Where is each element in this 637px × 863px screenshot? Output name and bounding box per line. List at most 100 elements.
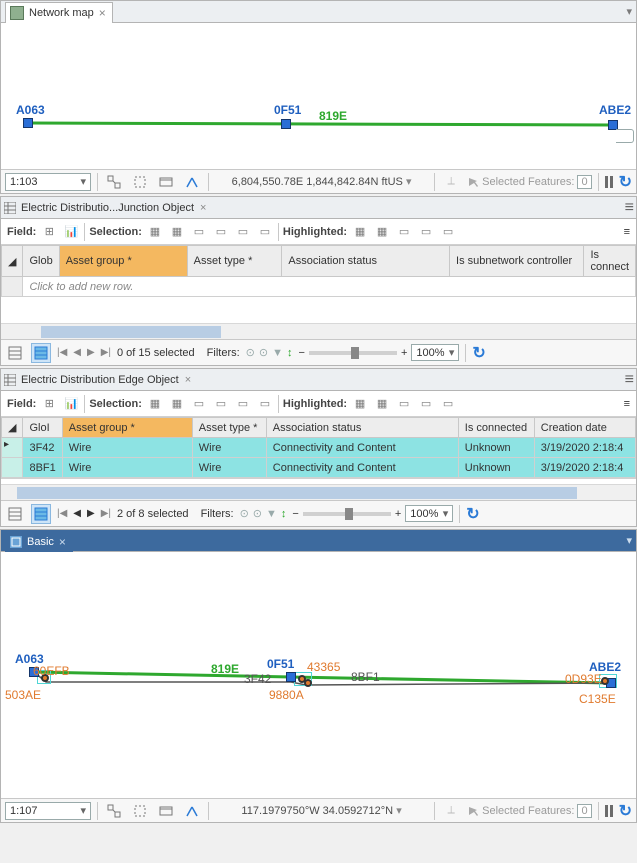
table-row[interactable]: 8BF1 Wire Wire Connectivity and Content … xyxy=(2,458,636,478)
constraint-icon[interactable]: ⟂ xyxy=(441,802,461,820)
first-button[interactable]: |◀ xyxy=(57,508,67,519)
cell[interactable]: Wire xyxy=(62,438,192,458)
zoom-slider[interactable]: −+ 100%▾ xyxy=(299,344,460,361)
sel-tool-icon[interactable]: ▦ xyxy=(146,223,164,241)
hl-tool-icon[interactable]: ▭ xyxy=(395,223,413,241)
zoom-value[interactable]: 100%▾ xyxy=(411,344,459,361)
col-cdate[interactable]: Creation date xyxy=(534,418,635,438)
tool-icon[interactable] xyxy=(156,173,176,191)
view-selected-button[interactable] xyxy=(31,343,51,363)
tool-icon[interactable] xyxy=(104,802,124,820)
scale-input[interactable]: 1:103▾ xyxy=(5,173,91,191)
sel-tool-icon[interactable]: ▭ xyxy=(212,223,230,241)
field-add-icon[interactable]: ⊞ xyxy=(40,223,58,241)
col-isconn[interactable]: Is connected xyxy=(458,418,534,438)
view-all-button[interactable] xyxy=(5,343,25,363)
field-calc-icon[interactable]: 📊 xyxy=(62,223,80,241)
cell[interactable]: Unknown xyxy=(458,438,534,458)
scale-input[interactable]: 1:107▾ xyxy=(5,802,91,820)
menu-icon[interactable]: ≡ xyxy=(625,199,634,217)
refresh-button[interactable]: ↻ xyxy=(619,801,632,821)
tool-icon[interactable] xyxy=(130,802,150,820)
tool-icon[interactable] xyxy=(182,173,202,191)
filter-buttons[interactable]: ⊙⊙▼↕ xyxy=(240,507,287,520)
sel-tool-icon[interactable]: ▭ xyxy=(212,395,230,413)
menu-icon[interactable]: ≡ xyxy=(624,226,630,238)
hl-tool-icon[interactable]: ▦ xyxy=(351,223,369,241)
hl-tool-icon[interactable]: ▭ xyxy=(439,395,457,413)
cell[interactable]: Wire xyxy=(62,458,192,478)
col-glob[interactable]: GloI xyxy=(23,418,62,438)
col-assetgroup[interactable]: Asset group * xyxy=(62,418,192,438)
tool-icon[interactable] xyxy=(104,173,124,191)
sel-tool-icon[interactable]: ▭ xyxy=(234,223,252,241)
cell[interactable]: Wire xyxy=(192,458,266,478)
panel-menu-icon[interactable]: ▾ xyxy=(626,5,632,18)
col-assettype[interactable]: Asset type * xyxy=(192,418,266,438)
col-assetgroup[interactable]: Asset group * xyxy=(59,246,187,277)
horizontal-scrollbar[interactable] xyxy=(1,323,636,339)
sel-tool-icon[interactable]: ▭ xyxy=(256,395,274,413)
cell[interactable]: 8BF1 xyxy=(23,458,62,478)
field-calc-icon[interactable]: 📊 xyxy=(62,395,80,413)
refresh-button[interactable]: ↻ xyxy=(466,504,479,524)
col-assoc[interactable]: Association status xyxy=(282,246,450,277)
next-button[interactable]: ▶ xyxy=(87,508,95,519)
filter-buttons[interactable]: ⊙⊙▼↕ xyxy=(246,346,293,359)
row-selector-header[interactable]: ◢ xyxy=(2,246,23,277)
prev-button[interactable]: ◀ xyxy=(73,347,81,358)
cell[interactable]: Wire xyxy=(192,438,266,458)
refresh-button[interactable]: ↻ xyxy=(472,343,485,363)
zoom-slider[interactable]: −+ 100%▾ xyxy=(292,505,453,522)
sel-tool-icon[interactable]: ▦ xyxy=(168,223,186,241)
prev-button[interactable]: ◀ xyxy=(73,508,81,519)
tab-network-map[interactable]: Network map × xyxy=(5,2,113,24)
edge-endpoint[interactable] xyxy=(601,677,609,685)
map-canvas[interactable]: A063 0F51 ABE2 819E 3F42 8BF1 60EFB 503A… xyxy=(1,552,636,798)
row-selector-header[interactable]: ◢ xyxy=(2,418,23,438)
junction-node[interactable] xyxy=(286,672,296,682)
close-icon[interactable]: × xyxy=(99,7,106,19)
next-button[interactable]: ▶ xyxy=(87,347,95,358)
tool-icon[interactable] xyxy=(182,802,202,820)
col-isconn[interactable]: Is connect xyxy=(584,246,636,277)
view-selected-button[interactable] xyxy=(31,504,51,524)
close-icon[interactable]: × xyxy=(59,536,66,548)
refresh-button[interactable]: ↻ xyxy=(619,172,632,192)
junction-node[interactable] xyxy=(23,118,33,128)
hl-tool-icon[interactable]: ▭ xyxy=(417,395,435,413)
zoom-value[interactable]: 100%▾ xyxy=(405,505,453,522)
table-row[interactable]: 3F42 Wire Wire Connectivity and Content … xyxy=(2,438,636,458)
pause-button[interactable] xyxy=(605,176,613,188)
hl-tool-icon[interactable]: ▦ xyxy=(373,223,391,241)
new-row[interactable]: Click to add new row. xyxy=(2,277,636,297)
tool-icon[interactable] xyxy=(156,802,176,820)
junction-node[interactable] xyxy=(281,119,291,129)
sel-tool-icon[interactable]: ▭ xyxy=(190,395,208,413)
col-assettype[interactable]: Asset type * xyxy=(187,246,282,277)
edge-grid[interactable]: ◢ GloI Asset group * Asset type * Associ… xyxy=(1,417,636,478)
close-icon[interactable]: × xyxy=(183,374,193,386)
sel-tool-icon[interactable]: ▦ xyxy=(168,395,186,413)
map-canvas[interactable]: A063 0F51 ABE2 819E xyxy=(1,23,636,169)
sel-tool-icon[interactable]: ▭ xyxy=(190,223,208,241)
col-subnet[interactable]: Is subnetwork controller xyxy=(450,246,584,277)
cell[interactable]: Connectivity and Content xyxy=(266,458,458,478)
pause-button[interactable] xyxy=(605,805,613,817)
sel-tool-icon[interactable]: ▦ xyxy=(146,395,164,413)
col-glob[interactable]: Glob xyxy=(23,246,59,277)
panel-menu-icon[interactable]: ▾ xyxy=(626,534,632,547)
edge-endpoint[interactable] xyxy=(304,679,312,687)
tab-basic[interactable]: Basic × xyxy=(5,531,73,553)
sel-tool-icon[interactable]: ▭ xyxy=(234,395,252,413)
cell[interactable]: 3/19/2020 2:18:4 xyxy=(534,438,635,458)
horizontal-scrollbar[interactable] xyxy=(1,484,636,500)
hl-tool-icon[interactable]: ▭ xyxy=(417,223,435,241)
hl-tool-icon[interactable]: ▭ xyxy=(395,395,413,413)
selected-features[interactable]: Selected Features: 0 xyxy=(467,175,591,189)
cell[interactable]: Connectivity and Content xyxy=(266,438,458,458)
menu-icon[interactable]: ≡ xyxy=(624,398,630,410)
first-button[interactable]: |◀ xyxy=(57,347,67,358)
sel-tool-icon[interactable]: ▭ xyxy=(256,223,274,241)
cell[interactable]: 3F42 xyxy=(23,438,62,458)
